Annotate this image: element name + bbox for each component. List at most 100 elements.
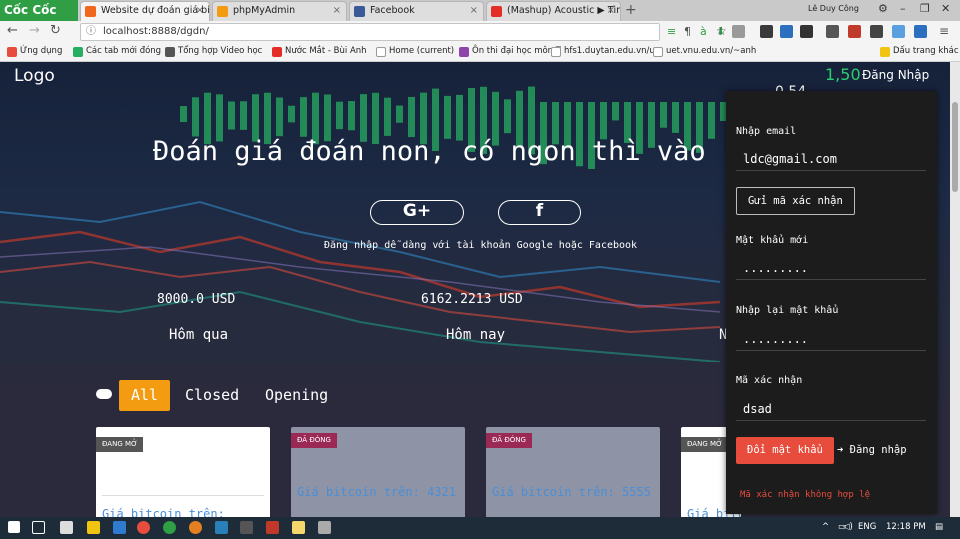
clock[interactable]: 12:18 PM [886,522,926,532]
tab-label: Facebook [370,5,415,16]
social-login-hint: Đăng nhập dễ dàng với tài khoản Google h… [324,240,638,251]
login-link-panel[interactable]: ➜ Đăng nhập [837,444,907,456]
tray-up-icon[interactable]: ^ [822,522,829,532]
new-password-label: Mật khẩu mới [736,235,809,246]
info-icon[interactable]: ⓘ [86,24,96,40]
bookmark-home[interactable]: Home (current) [376,46,454,57]
new-password-field[interactable]: ......... [736,256,926,280]
shield-icon[interactable] [848,25,861,38]
filter-closed[interactable]: Closed [185,380,239,411]
prediction-card[interactable]: ĐÃ ĐÓNG Giá bitcoin trên: 5555 ? [486,427,660,517]
cloud-icon[interactable] [892,25,905,38]
restore-icon[interactable]: ❐ [920,2,930,15]
bookmark-apps[interactable]: Ứng dụng [7,46,62,57]
adblock-icon[interactable] [780,25,793,38]
code-field[interactable]: dsad [736,397,926,421]
screen-icon[interactable] [826,25,839,38]
coccoc-spell-icon[interactable]: à [700,25,707,38]
filter-opening[interactable]: Opening [265,380,328,411]
bookmark-on-thi[interactable]: Ôn thi đại học môn T [459,46,561,57]
forward-icon[interactable]: → [29,23,40,38]
firefox-icon[interactable] [189,521,202,534]
app-icon[interactable] [215,521,228,534]
card-title[interactable]: Giá bitcoin trên: 5555 ? [492,485,660,499]
website-favicon-icon [85,6,96,17]
savefrom-icon[interactable] [732,25,745,38]
status-badge: ĐÃ ĐÓNG [486,433,532,448]
facebook-login-button[interactable]: f [498,200,581,225]
apps-grid-icon [7,47,17,57]
start-icon[interactable] [8,521,20,533]
bookmark-nuoc-mat[interactable]: Nước Mắt - Bùi Anh [272,46,367,57]
facebook-favicon-icon [354,6,365,17]
close-window-icon[interactable]: ✕ [941,2,950,15]
prediction-card[interactable]: ĐANG MỞ Giá bitcoin trên: [96,427,270,517]
bookmark-hfs1[interactable]: hfs1.duytan.edu.vn/u [551,46,655,57]
photos-icon[interactable] [318,521,331,534]
clock-icon[interactable] [870,25,883,38]
store-icon[interactable] [113,521,126,534]
label-today: Hôm nay [446,327,506,343]
site-logo[interactable]: Logo [14,66,55,86]
close-tab-icon[interactable]: × [470,2,478,20]
google-login-button[interactable]: G+ [370,200,464,225]
language-indicator[interactable]: ENG [858,522,876,532]
coccoc-logo[interactable]: Cốc Cốc [0,0,78,21]
tab-facebook[interactable]: Facebook × [349,1,484,21]
tab-label: (Mashup) Acoustic ▶ Tình [507,5,621,16]
back-icon[interactable]: ← [7,23,18,38]
coccoc-taskbar-icon[interactable] [163,521,176,534]
close-tab-icon[interactable]: × [196,2,204,20]
settings-icon[interactable]: ⚙ [878,2,888,15]
tab-youtube[interactable]: (Mashup) Acoustic ▶ Tình × [486,1,621,21]
new-tab-button[interactable]: + [625,2,637,18]
bookmark-star-icon[interactable]: ☆ [716,24,727,38]
notifications-icon[interactable]: ▤ [935,522,943,532]
filter-all[interactable]: All [119,380,171,411]
scrollbar-thumb[interactable] [952,102,958,192]
bookmark-other[interactable]: Dấu trang khác [880,46,959,57]
card-title[interactable]: Giá bitcoin trên: [102,507,225,517]
folder-icon [880,47,890,57]
bookmark-uet[interactable]: uet.vnu.edu.vn/~anh [653,46,756,57]
tab-phpmyadmin[interactable]: phpMyAdmin × [212,1,347,21]
app-icon[interactable] [266,521,279,534]
price-today: 6162.2213 USD [421,292,523,307]
reload-icon[interactable]: ↻ [50,23,61,38]
code-label: Mã xác nhận [736,375,803,386]
close-tab-icon[interactable]: × [333,2,341,20]
url-input[interactable]: ⓘ localhost:8888/dgdn/ [80,23,660,41]
file-explorer-icon[interactable] [87,521,100,534]
hero-heading: Đoán giá đoán non, có ngon thì vào [153,136,706,167]
send-code-button[interactable]: Gửi mã xác nhận [736,187,855,215]
profile-name[interactable]: Lê Duy Công [808,4,859,13]
translate-icon[interactable]: ¶ [684,25,691,38]
page-icon [653,47,663,57]
change-password-button[interactable]: Đổi mật khẩu [736,437,834,464]
prediction-card[interactable]: ĐÃ ĐÓNG Giá bitcoin trên: 4321 ? [291,427,465,517]
bookmark-recent-tabs[interactable]: Các tab mới đóng [73,46,161,57]
notepad-icon[interactable] [292,521,305,534]
card-title[interactable]: Giá bitcoin trên: 4321 ? [297,485,465,499]
confirm-password-field[interactable]: ......... [736,327,926,351]
extension-icon[interactable]: ≡ [667,25,676,38]
bookmark-favicon-icon [459,47,469,57]
task-view-icon[interactable] [32,521,45,534]
page-scrollbar[interactable] [950,62,960,517]
tab-website[interactable]: Website dự đoán giá bitco × [80,1,210,21]
camera-icon[interactable] [760,25,773,38]
minimize-icon[interactable]: – [900,2,906,15]
bookmark-video[interactable]: Tổng hợp Video học [165,46,262,57]
volume-icon[interactable]: ◁) [843,522,853,532]
meter-icon[interactable] [800,25,813,38]
close-tab-icon[interactable]: × [607,2,615,20]
menu-icon[interactable]: ≡ [939,24,949,38]
url-text: localhost:8888/dgdn/ [103,26,209,37]
sublime-icon[interactable] [240,521,253,534]
coccoc-extension-icon[interactable] [914,25,927,38]
bookmarks-bar: Ứng dụng Các tab mới đóng Tổng hợp Video… [0,43,960,62]
chrome-icon[interactable] [137,521,150,534]
login-link[interactable]: Đăng Nhập [862,68,929,82]
mail-icon[interactable] [60,521,73,534]
email-field[interactable]: ldc@gmail.com [736,147,926,171]
